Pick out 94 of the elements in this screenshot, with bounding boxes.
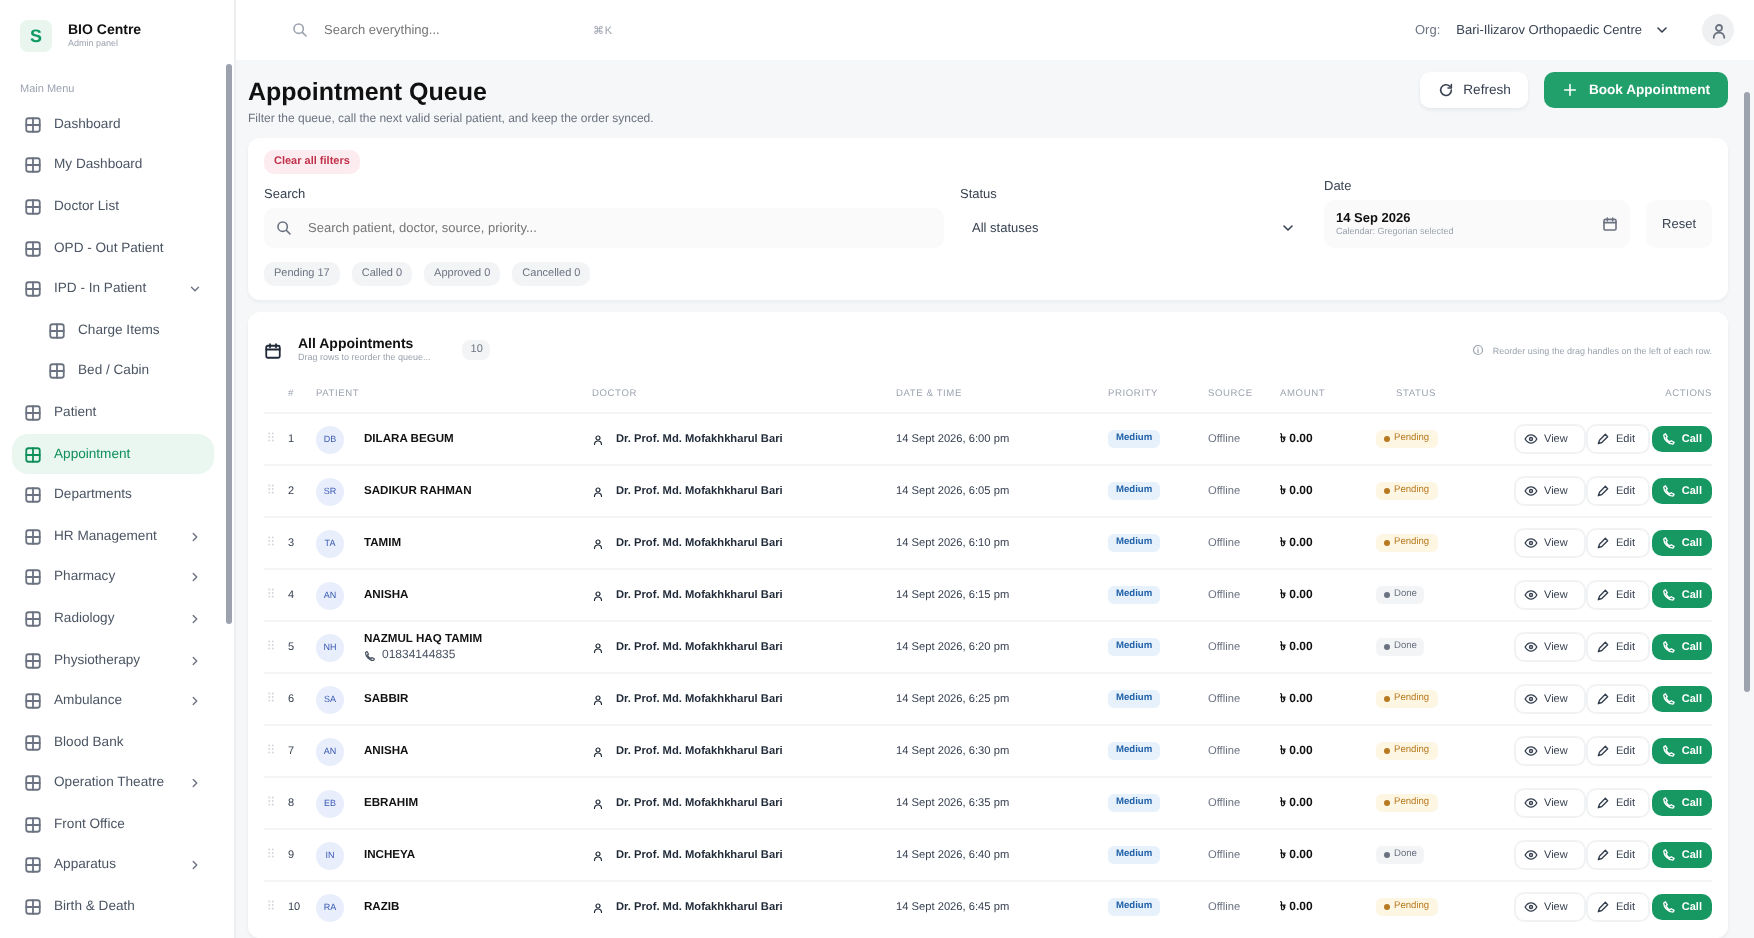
eye-icon: [1524, 848, 1538, 862]
person-icon: [592, 641, 604, 653]
eye-icon: [1524, 640, 1538, 654]
chevron-right-icon: [188, 611, 202, 626]
pencil-icon: [1596, 744, 1610, 758]
chevron-down-icon: [188, 282, 202, 297]
chevron-right-icon: [188, 776, 202, 791]
chevron-right-icon: [188, 570, 202, 585]
grid-icon: [24, 856, 42, 875]
pencil-icon: [1596, 796, 1610, 810]
eye-icon: [1524, 432, 1538, 446]
phone-icon: [1662, 900, 1676, 914]
phone-icon: [1662, 432, 1676, 446]
eye-icon: [1524, 692, 1538, 706]
phone-icon: [1662, 536, 1676, 550]
eye-icon: [1524, 900, 1538, 914]
phone-icon: [1662, 640, 1676, 654]
grip-icon: [264, 794, 278, 808]
grip-icon: [264, 846, 278, 860]
grid-icon: [24, 774, 42, 793]
pencil-icon: [1596, 848, 1610, 862]
grid-icon: [24, 692, 42, 711]
eye-icon: [1524, 588, 1538, 602]
chevron-right-icon: [188, 694, 202, 709]
pencil-icon: [1596, 588, 1610, 602]
grid-icon: [24, 733, 42, 752]
grid-icon: [48, 321, 66, 340]
pencil-icon: [1596, 432, 1610, 446]
pencil-icon: [1596, 900, 1610, 914]
chevron-right-icon: [188, 529, 202, 544]
search-icon: [292, 22, 308, 38]
chevron-right-icon: [188, 653, 202, 668]
grid-icon: [24, 445, 42, 464]
person-icon: [592, 537, 604, 549]
grip-icon: [264, 742, 278, 756]
pencil-icon: [1596, 484, 1610, 498]
grip-icon: [264, 586, 278, 600]
eye-icon: [1524, 796, 1538, 810]
scrollbar[interactable]: [1744, 92, 1750, 692]
phone-icon: [1662, 848, 1676, 862]
phone-icon: [364, 649, 376, 661]
pencil-icon: [1596, 692, 1610, 706]
info-icon: [1472, 344, 1485, 356]
calendar-icon: [264, 341, 282, 359]
grid-icon: [24, 815, 42, 834]
person-icon: [592, 485, 604, 497]
grip-icon: [264, 898, 278, 912]
grid-icon: [24, 156, 42, 175]
grid-icon: [24, 651, 42, 670]
refresh-icon: [1437, 82, 1454, 98]
grid-icon: [24, 568, 42, 587]
person-icon: [592, 745, 604, 757]
eye-icon: [1524, 484, 1538, 498]
pencil-icon: [1596, 536, 1610, 550]
chevron-down-icon: [1654, 22, 1670, 38]
grid-icon: [24, 486, 42, 505]
grip-icon: [264, 482, 278, 496]
person-icon: [592, 693, 604, 705]
grid-icon: [24, 403, 42, 422]
grip-icon: [264, 690, 278, 704]
grid-icon: [24, 898, 42, 917]
phone-icon: [1662, 484, 1676, 498]
page-title: Appointment Queue: [248, 78, 489, 106]
chevron-down-icon: [1280, 220, 1296, 236]
grid-icon: [24, 115, 42, 134]
logo: S: [20, 20, 52, 52]
grip-icon: [264, 430, 278, 444]
grid-icon: [24, 609, 42, 628]
grid-icon: [24, 280, 42, 299]
person-icon: [592, 589, 604, 601]
chevron-right-icon: [188, 858, 202, 873]
user-avatar[interactable]: [1702, 14, 1734, 46]
eye-icon: [1524, 536, 1538, 550]
phone-icon: [1662, 796, 1676, 810]
grip-icon: [264, 534, 278, 548]
person-icon: [592, 901, 604, 913]
grip-icon: [264, 638, 278, 652]
phone-icon: [1662, 588, 1676, 602]
grid-icon: [24, 239, 42, 258]
calendar-icon: [1602, 216, 1619, 232]
plus-icon: [1562, 82, 1579, 98]
grid-icon: [24, 527, 42, 546]
pencil-icon: [1596, 640, 1610, 654]
phone-icon: [1662, 744, 1676, 758]
person-icon: [592, 797, 604, 809]
person-icon: [592, 849, 604, 861]
person-icon: [592, 433, 604, 445]
phone-icon: [1662, 692, 1676, 706]
grid-icon: [48, 362, 66, 381]
scrollbar[interactable]: [225, 64, 231, 624]
grid-icon: [24, 197, 42, 216]
search-icon: [276, 220, 292, 236]
eye-icon: [1524, 744, 1538, 758]
person-icon: [1709, 21, 1727, 39]
